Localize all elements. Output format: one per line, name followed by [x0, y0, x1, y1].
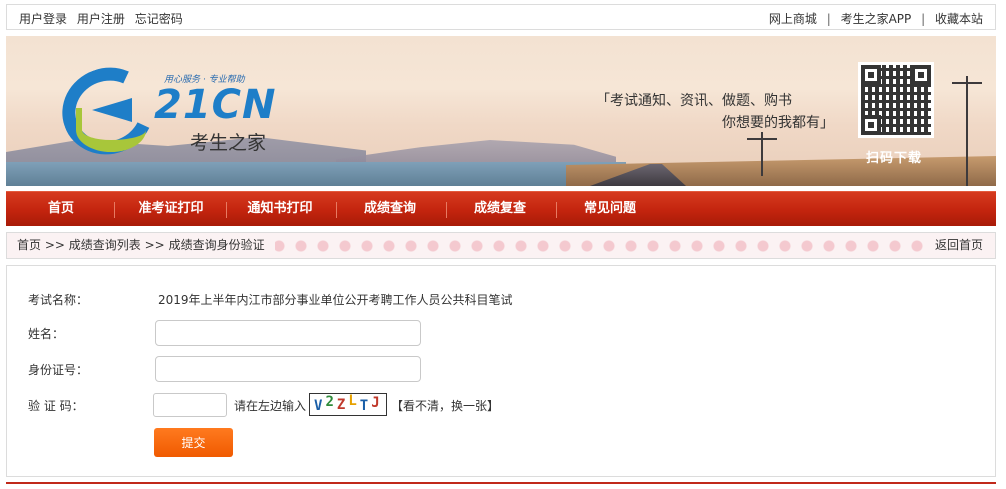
- breadcrumb-sep: >>: [44, 238, 65, 252]
- register-link[interactable]: 用户注册: [77, 12, 125, 26]
- forgot-password-link[interactable]: 忘记密码: [135, 12, 183, 26]
- captcha-char: L: [348, 393, 358, 409]
- captcha-char: Z: [336, 397, 347, 413]
- bottom-divider: [6, 482, 996, 484]
- exam-name-label: 考试名称：: [28, 293, 89, 307]
- captcha-char: 2: [325, 394, 335, 410]
- nav-item-admission-ticket[interactable]: 准考证打印: [121, 192, 221, 227]
- top-bar: 用户登录 用户注册 忘记密码 网上商城 | 考生之家APP | 收藏本站: [6, 4, 996, 30]
- qr-pattern: [861, 65, 931, 135]
- identity-verification-form: 考试名称： 2019年上半年内江市部分事业单位公开考聘工作人员公共科目笔试 姓名…: [6, 265, 996, 477]
- top-bar-site-links: 网上商城 | 考生之家APP | 收藏本站: [769, 10, 983, 27]
- nav-divider: [226, 202, 227, 218]
- captcha-char: V: [314, 398, 324, 414]
- nav-divider: [114, 202, 115, 218]
- captcha-hint: 请在左边输入: [234, 399, 307, 413]
- main-nav: 首页 准考证打印 通知书打印 成绩查询 成绩复查 常见问题: [6, 191, 996, 226]
- banner-tagline: 「考试通知、资讯、做题、购书 你想要的我都有」: [596, 90, 834, 134]
- tagline-line: 「考试通知、资讯、做题、购书: [596, 93, 792, 109]
- submit-button[interactable]: 提交: [154, 428, 233, 457]
- app-qr-code-icon: [858, 62, 934, 138]
- nav-item-score-query[interactable]: 成绩查询: [340, 192, 440, 227]
- captcha-char: T: [359, 398, 370, 414]
- nav-item-score-recheck[interactable]: 成绩复查: [450, 192, 550, 227]
- captcha-char: J: [371, 395, 381, 411]
- banner-lake: [6, 162, 626, 186]
- logo-arrow-icon: [92, 98, 132, 122]
- qr-download-label: 扫码下载: [866, 151, 923, 166]
- banner-mountain: [336, 140, 616, 164]
- name-label: 姓名：: [28, 327, 65, 341]
- breadcrumb: 首页 >> 成绩查询列表 >> 成绩查询身份验证 返回首页: [6, 232, 996, 259]
- captcha-label: 验 证 码：: [28, 399, 84, 413]
- back-home-link[interactable]: 返回首页: [922, 233, 995, 258]
- telegraph-pole: [952, 76, 982, 186]
- captcha-input[interactable]: [153, 393, 227, 417]
- site-logo[interactable]: 用心服务 · 专业帮助 21CN 考生之家: [50, 54, 282, 168]
- app-link[interactable]: 考生之家APP: [841, 12, 912, 26]
- top-bar-account-links: 用户登录 用户注册 忘记密码: [19, 10, 189, 27]
- login-link[interactable]: 用户登录: [19, 12, 67, 26]
- name-input[interactable]: [155, 320, 421, 346]
- online-mall-link[interactable]: 网上商城: [769, 12, 817, 26]
- qr-finder: [861, 65, 881, 85]
- nav-item-notice-print[interactable]: 通知书打印: [230, 192, 330, 227]
- id-number-label: 身份证号：: [28, 363, 89, 377]
- qr-finder: [911, 65, 931, 85]
- nav-item-faq[interactable]: 常见问题: [560, 192, 660, 227]
- nav-divider: [336, 202, 337, 218]
- nav-divider: [446, 202, 447, 218]
- separator: |: [826, 12, 831, 26]
- logo-site-name: 考生之家: [190, 132, 267, 154]
- breadcrumb-home[interactable]: 首页: [17, 238, 41, 252]
- breadcrumb-path: 首页 >> 成绩查询列表 >> 成绩查询身份验证: [7, 233, 275, 258]
- nav-item-home[interactable]: 首页: [21, 192, 101, 227]
- exam-name-value: 2019年上半年内江市部分事业单位公开考聘工作人员公共科目笔试: [158, 293, 513, 307]
- captcha-refresh-link[interactable]: 【看不清，换一张】: [391, 397, 499, 414]
- tagline-line: 你想要的我都有」: [722, 115, 834, 131]
- breadcrumb-current: 成绩查询身份验证: [168, 238, 265, 252]
- favorite-link[interactable]: 收藏本站: [935, 12, 983, 26]
- breadcrumb-score-list[interactable]: 成绩查询列表: [69, 238, 141, 252]
- id-number-input[interactable]: [155, 356, 421, 382]
- telegraph-pole: [747, 132, 777, 176]
- qr-finder: [861, 115, 881, 135]
- captcha-image[interactable]: V2ZLTJ: [309, 393, 387, 416]
- separator: |: [921, 12, 926, 26]
- nav-divider: [556, 202, 557, 218]
- breadcrumb-sep: >>: [144, 238, 165, 252]
- logo-brand-text: 21CN: [154, 82, 277, 128]
